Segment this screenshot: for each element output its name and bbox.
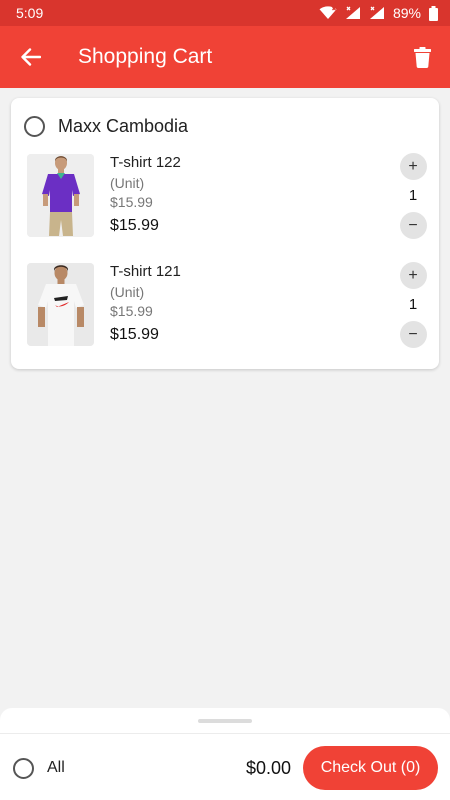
checkout-bottom-sheet: All $0.00 Check Out (0) — [0, 708, 450, 800]
cart-store-card: Maxx Cambodia T-shirt 122 (Unit) $15.99 … — [11, 98, 439, 369]
wifi-icon — [319, 6, 337, 19]
quantity-value: 1 — [408, 296, 418, 313]
select-all-radio[interactable] — [13, 757, 34, 779]
checkout-button[interactable]: Check Out (0) — [303, 746, 438, 790]
item-price: $15.99 — [110, 217, 159, 234]
status-time: 5:09 — [16, 5, 44, 21]
drag-handle[interactable] — [198, 719, 252, 723]
store-name: Maxx Cambodia — [58, 116, 189, 136]
decrease-quantity-button[interactable]: − — [399, 212, 427, 239]
product-image[interactable] — [27, 263, 94, 346]
item-name: T-shirt 121 — [110, 263, 181, 280]
increase-quantity-button[interactable]: + — [399, 262, 427, 289]
increase-quantity-button[interactable]: + — [399, 153, 427, 180]
status-bar: 5:09 89% — [0, 0, 450, 26]
item-name: T-shirt 122 — [110, 154, 181, 171]
item-price: $15.99 — [110, 326, 159, 343]
signal-icon — [345, 6, 360, 19]
status-icons: 89% — [319, 5, 438, 21]
quantity-value: 1 — [408, 187, 418, 204]
back-button[interactable] — [0, 26, 62, 88]
store-select-radio[interactable] — [24, 116, 45, 137]
cart-item: T-shirt 122 (Unit) $15.99 $15.99 + 1 − — [27, 153, 427, 240]
arrow-left-icon — [21, 48, 41, 66]
store-row: Maxx Cambodia — [24, 116, 188, 137]
cart-item: T-shirt 121 (Unit) $15.99 $15.99 + 1 − — [27, 262, 427, 349]
divider — [0, 733, 450, 734]
select-all-label: All — [47, 759, 65, 776]
battery-icon — [429, 5, 438, 21]
item-unit-price: $15.99 — [110, 194, 153, 210]
decrease-quantity-button[interactable]: − — [399, 321, 427, 348]
purple-polo-shirt-image — [27, 154, 94, 237]
trash-icon — [413, 46, 431, 68]
battery-percent: 89% — [392, 5, 421, 21]
checkout-bar: All $0.00 Check Out (0) — [0, 745, 450, 791]
item-info: T-shirt 122 (Unit) $15.99 $15.99 — [110, 154, 181, 236]
delete-button[interactable] — [394, 26, 450, 88]
item-unit-price: $15.99 — [110, 303, 153, 319]
item-unit: (Unit) — [110, 175, 145, 191]
total-price: $0.00 — [245, 757, 291, 778]
page-title: Shopping Cart — [78, 45, 213, 68]
signal-icon-2 — [369, 6, 384, 19]
quantity-stepper: + 1 − — [399, 262, 427, 348]
white-tshirt-image — [27, 263, 94, 346]
quantity-stepper: + 1 − — [399, 153, 427, 239]
app-bar: Shopping Cart — [0, 26, 450, 88]
item-info: T-shirt 121 (Unit) $15.99 $15.99 — [110, 263, 181, 345]
product-image[interactable] — [27, 154, 94, 237]
item-unit: (Unit) — [110, 284, 145, 300]
